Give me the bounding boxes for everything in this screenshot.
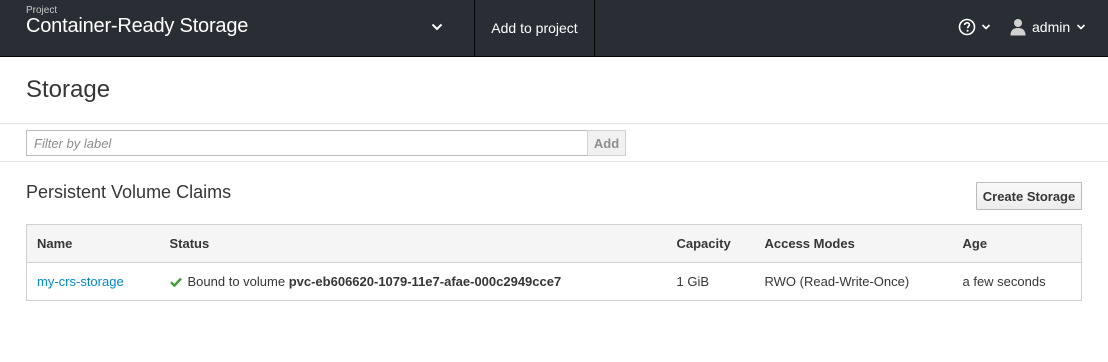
help-menu[interactable]: [958, 16, 994, 38]
check-icon: [169, 277, 182, 287]
chevron-down-icon: [981, 24, 991, 30]
pvc-name-cell: my-crs-storage: [27, 263, 160, 301]
volume-name: pvc-eb606620-1079-11e7-afae-000c2949cce7: [288, 274, 562, 289]
column-header-status[interactable]: Status: [159, 224, 667, 263]
pvc-status-cell: Bound to volume pvc-eb606620-1079-11e7-a…: [160, 263, 667, 301]
pvc-capacity-cell: 1 GiB: [676, 274, 710, 289]
filter-by-label-input[interactable]: [26, 130, 588, 156]
user-name: admin: [1032, 19, 1071, 35]
user-icon: [1010, 19, 1026, 36]
pvc-access-modes-cell: RWO (Read-Write-Once): [764, 274, 910, 289]
column-header-age[interactable]: Age: [952, 224, 1082, 263]
column-header-access-modes[interactable]: Access Modes: [754, 224, 953, 263]
pvc-age-cell: a few seconds: [962, 274, 1046, 289]
column-header-name[interactable]: Name: [26, 224, 160, 263]
divider: [0, 123, 1108, 124]
project-selector[interactable]: Project Container-Ready Storage: [0, 0, 474, 56]
question-circle-icon: [958, 18, 976, 36]
chevron-down-icon: [431, 23, 443, 31]
filter-add-button[interactable]: Add: [587, 130, 626, 156]
page-title: Storage: [26, 76, 111, 103]
top-navbar: Project Container-Ready Storage Add to p…: [0, 0, 1108, 57]
project-name: Container-Ready Storage: [26, 15, 249, 37]
divider: [0, 161, 1108, 162]
create-storage-button[interactable]: Create Storage: [976, 182, 1082, 210]
column-header-capacity[interactable]: Capacity: [666, 224, 755, 263]
add-to-project-button[interactable]: Add to project: [475, 0, 594, 56]
user-menu[interactable]: admin: [1010, 16, 1090, 38]
status-text: Bound to volume: [187, 274, 286, 289]
table-header-row: Name Status Capacity Access Modes Age: [26, 224, 1082, 263]
nav-divider: [594, 0, 595, 56]
pvc-name-link[interactable]: my-crs-storage: [37, 274, 124, 289]
section-title: Persistent Volume Claims: [26, 182, 232, 202]
table-row: my-crs-storage Bound to volume pvc-eb606…: [26, 262, 1082, 301]
chevron-down-icon: [1077, 24, 1086, 30]
pvc-table: Name Status Capacity Access Modes Age my…: [26, 224, 1082, 301]
